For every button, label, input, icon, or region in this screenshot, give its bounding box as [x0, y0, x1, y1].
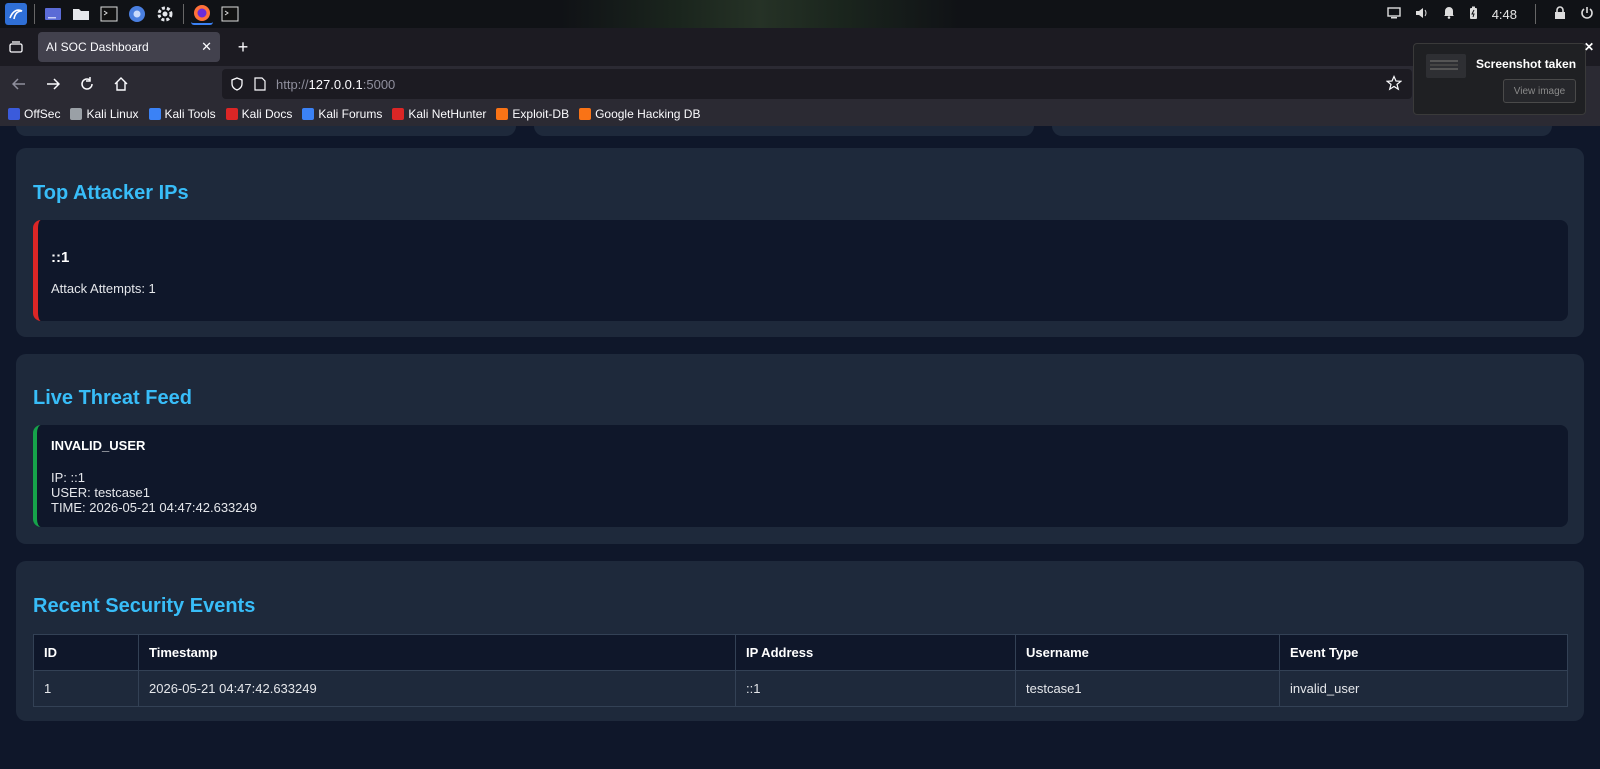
attack-attempts: Attack Attempts: 1	[51, 281, 156, 296]
battery-icon[interactable]	[1469, 6, 1478, 23]
bookmark-offsec[interactable]: OffSec	[8, 107, 60, 121]
browser-nav-bar: http://127.0.0.1:5000	[0, 66, 1600, 102]
page-icon[interactable]	[254, 77, 266, 91]
attacker-ip: ::1	[51, 249, 70, 266]
cell-id: 1	[33, 670, 139, 707]
threat-feed-item: INVALID_USER IP: ::1 USER: testcase1 TIM…	[33, 425, 1568, 527]
close-tab-icon[interactable]: ✕	[201, 39, 212, 55]
url-bar[interactable]: http://127.0.0.1:5000	[222, 69, 1412, 99]
kali-dragon-icon	[70, 108, 83, 120]
notification-bell-icon[interactable]	[1443, 6, 1455, 22]
column-header-username: Username	[1015, 634, 1280, 671]
volume-icon[interactable]	[1415, 7, 1429, 22]
shield-icon[interactable]	[230, 77, 244, 91]
nethunter-icon	[392, 108, 405, 120]
tab-ai-soc-dashboard[interactable]: AI SOC Dashboard ✕	[38, 32, 220, 62]
kali-docs-icon	[225, 108, 238, 120]
page-viewport[interactable]: Top Attacker IPs ::1 Attack Attempts: 1 …	[0, 126, 1600, 769]
url-host: 127.0.0.1	[308, 76, 363, 92]
cell-ip-address: ::1	[735, 670, 1016, 707]
home-icon	[114, 77, 128, 91]
stat-card-partial	[1052, 126, 1552, 136]
top-attacker-ips-card: Top Attacker IPs ::1 Attack Attempts: 1	[16, 148, 1584, 337]
threat-ip: IP: ::1	[51, 470, 85, 485]
os-taskbar: 4:48	[0, 0, 1600, 28]
section-heading: Live Threat Feed	[33, 387, 192, 409]
new-tab-button[interactable]: +	[228, 32, 258, 62]
bookmark-kali-docs[interactable]: Kali Docs	[225, 107, 292, 121]
column-header-ip-address: IP Address	[735, 634, 1016, 671]
desktop-icon[interactable]	[42, 3, 64, 25]
kali-menu-icon[interactable]	[5, 3, 27, 25]
taskbar-separator	[34, 4, 35, 24]
chromium-icon[interactable]	[126, 3, 148, 25]
bookmarks-toolbar: OffSec Kali Linux Kali Tools Kali Docs K…	[0, 102, 1600, 126]
ghdb-icon	[579, 108, 592, 120]
back-button[interactable]	[4, 69, 34, 99]
bookmark-kali-forums[interactable]: Kali Forums	[302, 107, 382, 121]
reload-icon	[81, 77, 93, 90]
home-button[interactable]	[106, 69, 136, 99]
bookmark-star-icon[interactable]	[1386, 75, 1402, 91]
tab-title: AI SOC Dashboard	[46, 40, 149, 54]
attacker-ip-item: ::1 Attack Attempts: 1	[33, 220, 1568, 321]
settings-icon[interactable]	[154, 3, 176, 25]
stat-card-partial	[534, 126, 1034, 136]
close-notification-icon[interactable]: ✕	[1584, 40, 1594, 54]
bookmark-kali-linux[interactable]: Kali Linux	[70, 107, 139, 121]
cell-event-type: invalid_user	[1279, 670, 1568, 707]
threat-user: USER: testcase1	[51, 485, 150, 500]
display-icon[interactable]	[1386, 6, 1401, 22]
column-header-id: ID	[33, 634, 139, 671]
bookmark-kali-nethunter[interactable]: Kali NetHunter	[392, 107, 486, 121]
notification-title: Screenshot taken	[1476, 57, 1577, 71]
recent-security-events-card: Recent Security Events ID Timestamp IP A…	[16, 561, 1584, 721]
column-header-timestamp: Timestamp	[138, 634, 736, 671]
back-arrow-icon	[12, 78, 25, 90]
threat-type: INVALID_USER	[51, 438, 146, 453]
bookmark-kali-tools[interactable]: Kali Tools	[148, 107, 216, 121]
tab-list-button[interactable]	[0, 28, 32, 66]
browser-tab-bar: AI SOC Dashboard ✕ +	[0, 28, 1600, 66]
taskbar-separator	[183, 4, 184, 24]
events-table: ID Timestamp IP Address Username Event T…	[33, 634, 1568, 707]
firefox-icon[interactable]	[191, 3, 213, 25]
offsec-icon	[8, 108, 20, 120]
lock-icon[interactable]	[1554, 5, 1566, 23]
taskbar-separator	[1535, 4, 1536, 24]
url-scheme: http://	[276, 76, 309, 92]
kali-tools-icon	[148, 108, 161, 120]
url-port: :5000	[362, 76, 396, 92]
file-manager-icon[interactable]	[70, 3, 92, 25]
cell-username: testcase1	[1015, 670, 1280, 707]
screenshot-notification[interactable]: Screenshot taken View image	[1413, 43, 1586, 115]
terminal-icon[interactable]	[98, 3, 120, 25]
table-row: 1 2026-05-21 04:47:42.633249 ::1 testcas…	[33, 670, 1568, 707]
section-heading: Recent Security Events	[33, 595, 256, 617]
bookmark-google-hacking-db[interactable]: Google Hacking DB	[579, 107, 700, 121]
reload-button[interactable]	[72, 69, 102, 99]
forward-button[interactable]	[38, 69, 68, 99]
view-image-button[interactable]: View image	[1503, 79, 1576, 103]
clock[interactable]: 4:48	[1492, 7, 1517, 22]
stat-card-partial	[16, 126, 516, 136]
column-header-event-type: Event Type	[1279, 634, 1568, 671]
bookmark-exploit-db[interactable]: Exploit-DB	[496, 107, 569, 121]
table-header-row: ID Timestamp IP Address Username Event T…	[33, 634, 1568, 671]
exploit-db-icon	[496, 108, 509, 120]
forward-arrow-icon	[47, 78, 60, 90]
power-icon[interactable]	[1580, 6, 1594, 23]
screenshot-thumbnail[interactable]	[1426, 54, 1466, 78]
wallpaper-strip	[560, 0, 960, 28]
threat-time: TIME: 2026-05-21 04:47:42.633249	[51, 500, 257, 515]
cell-timestamp: 2026-05-21 04:47:42.633249	[138, 670, 736, 707]
kali-forums-icon	[302, 108, 315, 120]
section-heading: Top Attacker IPs	[33, 182, 189, 204]
terminal-icon[interactable]	[219, 3, 241, 25]
live-threat-feed-card: Live Threat Feed INVALID_USER IP: ::1 US…	[16, 354, 1584, 544]
